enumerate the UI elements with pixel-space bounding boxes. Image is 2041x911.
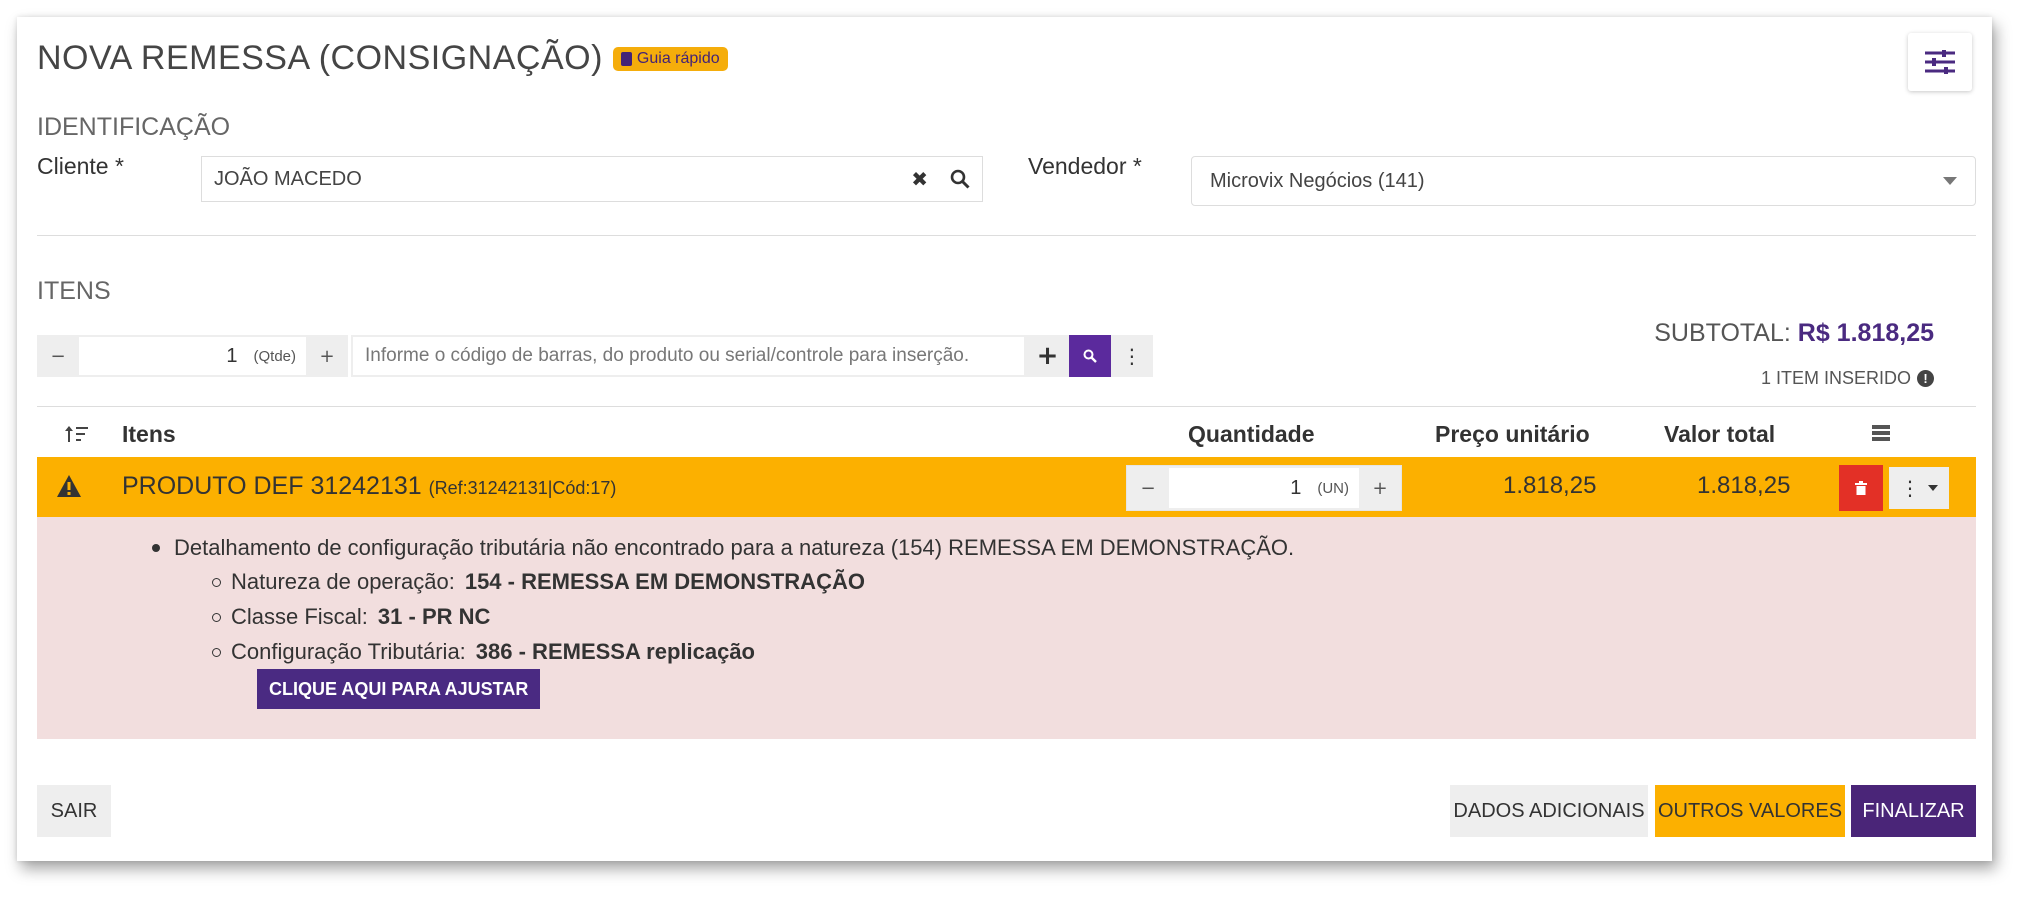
error-detail-fiscal-class: Classe Fiscal: 31 - PR NC [212,604,490,630]
additional-data-button[interactable]: DADOS ADICIONAIS [1450,785,1648,837]
row-qty-unit: (UN) [1317,479,1349,497]
row-qty-increase-button[interactable]: + [1359,466,1401,510]
kebab-icon: ⋮ [1121,344,1142,368]
client-label: Cliente * [37,153,124,179]
page-title: NOVA REMESSA (CONSIGNAÇÃO) [37,39,603,77]
kebab-icon: ⋮ [1900,476,1920,500]
caret-down-icon [1928,485,1938,491]
error-detail-nature: Natureza de operação: 154 - REMESSA EM D… [212,569,865,595]
column-header-quantity: Quantidade [1188,421,1315,447]
qty-unit: (Qtde) [253,347,296,365]
total-value: 1.818,25 [1697,472,1791,499]
quantity-stepper: − 1 (Qtde) + [37,335,348,377]
row-qty-input[interactable]: 1 (UN) [1169,468,1359,508]
search-icon [1083,349,1097,363]
finish-button[interactable]: FINALIZAR [1851,785,1976,837]
warning-icon [57,475,81,497]
client-input[interactable]: JOÃO MACEDO ✖ [201,156,983,202]
bullet-icon [152,544,160,552]
book-icon [620,51,632,66]
bullet-icon [212,577,221,587]
qty-decrease-button[interactable]: − [37,335,79,377]
product-title: PRODUTO DEF 31242131 [122,472,422,500]
subtotal-value: R$ 1.818,25 [1797,319,1934,347]
unit-price: 1.818,25 [1503,472,1597,499]
row-qty-value: 1 [1290,476,1302,499]
error-detail-label: Configuração Tributária: [231,639,466,664]
row-qty-decrease-button[interactable]: − [1127,466,1169,510]
sort-icon[interactable] [65,425,89,443]
section-divider [37,235,1976,236]
column-header-unit-price: Preço unitário [1435,421,1590,447]
items-section-title: ITENS [37,277,111,305]
error-message: Detalhamento de configuração tributária … [152,535,1294,561]
columns-icon[interactable] [1872,425,1890,441]
barcode-group: Informe o código de barras, do produto o… [351,335,1153,377]
tax-error-panel: Detalhamento de configuração tributária … [37,517,1976,739]
error-detail-label: Natureza de operação: [231,569,455,594]
title-row: NOVA REMESSA (CONSIGNAÇÃO) Guia rápido [37,39,728,78]
row-actions-dropdown[interactable]: ⋮ [1889,467,1949,509]
trash-icon [1855,481,1867,495]
items-count-text: 1 ITEM INSERIDO [1760,368,1911,388]
plus-icon: + [1036,341,1059,371]
other-values-button[interactable]: OUTROS VALORES [1655,785,1845,837]
quick-guide-badge[interactable]: Guia rápido [612,46,728,71]
add-item-button[interactable]: + [1026,335,1068,377]
qty-increase-button[interactable]: + [306,335,348,377]
adjust-button[interactable]: CLIQUE AQUI PARA AJUSTAR [257,669,541,709]
search-product-button[interactable] [1068,335,1111,377]
qty-value: 1 [226,344,238,367]
identification-section-title: IDENTIFICAÇÃO [37,113,231,141]
product-ref: (Ref:31242131|Cód:17) [428,478,617,498]
row-quantity-stepper: − 1 (UN) + [1126,465,1402,511]
chevron-down-icon [1943,177,1957,185]
error-detail-tax-config: Configuração Tributária: 386 - REMESSA r… [212,639,755,665]
more-options-button[interactable]: ⋮ [1111,335,1153,377]
quick-guide-label: Guia rápido [636,49,720,67]
error-detail-value: 154 - REMESSA EM DEMONSTRAÇÃO [464,569,865,594]
client-value: JOÃO MACEDO [214,167,362,190]
column-header-items: Itens [122,421,176,447]
search-icon[interactable] [950,169,970,189]
subtotal-label: SUBTOTAL: [1654,319,1791,347]
seller-select[interactable]: Microvix Negócios (141) [1191,156,1976,206]
items-count: 1 ITEM INSERIDO ! [1761,368,1934,389]
exit-button[interactable]: SAIR [37,785,111,837]
table-top-divider [37,406,1976,407]
info-icon[interactable]: ! [1917,370,1934,387]
sliders-icon [1925,50,1955,74]
settings-button[interactable] [1908,33,1972,91]
subtotal: SUBTOTAL: R$ 1.818,25 [1654,319,1934,348]
table-row: PRODUTO DEF 31242131 (Ref:31242131|Cód:1… [37,457,1976,517]
seller-label: Vendedor * [1028,153,1142,179]
product-name: PRODUTO DEF 31242131 (Ref:31242131|Cód:1… [122,472,616,501]
page-card: NOVA REMESSA (CONSIGNAÇÃO) Guia rápido I… [17,17,1992,861]
error-message-text: Detalhamento de configuração tributária … [174,535,1295,560]
qty-input[interactable]: 1 (Qtde) [79,337,306,375]
error-detail-label: Classe Fiscal: [231,604,368,629]
bullet-icon [212,612,221,622]
column-header-total-value: Valor total [1664,421,1776,447]
error-detail-value: 31 - PR NC [377,604,491,629]
bullet-icon [212,647,221,657]
clear-icon[interactable]: ✖ [911,167,928,191]
seller-value: Microvix Negócios (141) [1210,169,1425,192]
delete-item-button[interactable] [1839,465,1883,511]
error-detail-value: 386 - REMESSA replicação [475,639,755,664]
barcode-input[interactable]: Informe o código de barras, do produto o… [353,337,1025,375]
